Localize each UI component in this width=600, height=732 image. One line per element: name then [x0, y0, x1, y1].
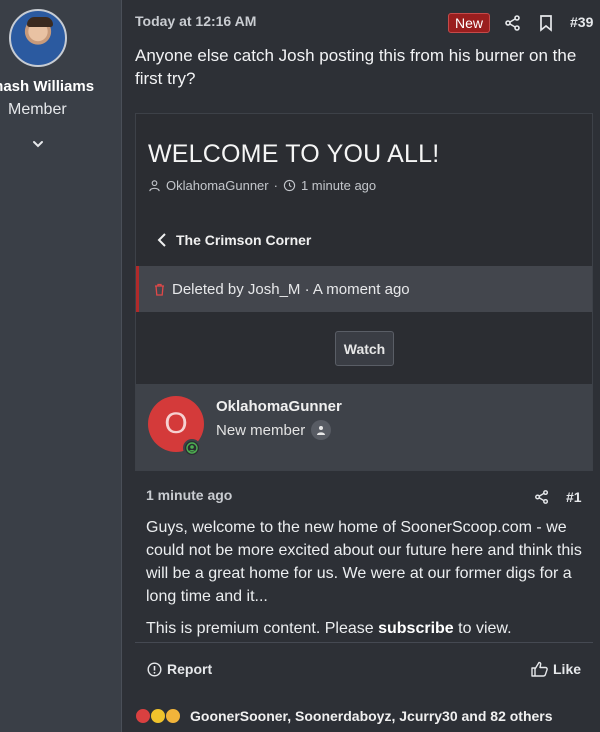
meta-separator: · [273, 178, 278, 193]
like-label: Like [553, 661, 582, 677]
user-badge-icon [311, 420, 332, 440]
member-role-label: New member [216, 421, 306, 439]
clock-icon [283, 179, 296, 192]
thread-time: 1 minute ago [300, 178, 377, 193]
watch-button: Watch [335, 331, 394, 366]
report-label: Report [167, 661, 213, 677]
thread-title: WELCOME TO YOU ALL! [148, 140, 440, 168]
reaction-summary[interactable]: GoonerSooner, Soonerdaboyz, Jcurry30 and… [135, 708, 553, 724]
post-number[interactable]: #39 [570, 14, 593, 30]
new-badge: New [448, 13, 491, 33]
thumbs-up-icon [531, 661, 548, 677]
reply-body: Guys, welcome to the new home of SoonerS… [146, 519, 582, 605]
chevron-left-icon [157, 233, 166, 247]
like-button[interactable]: Like [531, 661, 581, 677]
wow-reaction-icon [165, 708, 181, 724]
post-body: Anyone else catch Josh posting this from… [135, 46, 577, 88]
reaction-users[interactable]: GoonerSooner, Soonerdaboyz, Jcurry30 and… [190, 708, 553, 724]
premium-notice: This is premium content. Please subscrib… [146, 620, 512, 638]
report-button[interactable]: Report [147, 661, 212, 677]
embedded-screenshot: WELCOME TO YOU ALL! OklahomaGunner · 1 m… [135, 113, 593, 471]
author-title: Member [8, 101, 67, 118]
post-timestamp[interactable]: Today at 12:16 AM [135, 13, 256, 29]
thread-meta: OklahomaGunner · 1 minute ago [148, 178, 376, 193]
deleted-text: Deleted by Josh_M · A moment ago [172, 280, 410, 298]
user-sidebar: mash Williams Member [0, 0, 122, 732]
member-name: OklahomaGunner [216, 398, 342, 415]
share-icon[interactable] [504, 14, 522, 32]
premium-suffix: to view. [458, 620, 512, 637]
post: Today at 12:16 AM New #39 Anyone else ca… [123, 0, 600, 732]
subscribe-link[interactable]: subscribe [378, 620, 454, 637]
forum-back-link: The Crimson Corner [156, 232, 311, 248]
report-icon [147, 661, 162, 677]
online-icon [183, 439, 201, 457]
share-icon[interactable] [534, 489, 550, 505]
chevron-down-icon[interactable] [30, 136, 46, 152]
thread-author: OklahomaGunner [166, 178, 269, 193]
author-avatar[interactable] [9, 9, 67, 67]
author-name[interactable]: mash Williams [0, 78, 94, 95]
divider [135, 642, 593, 643]
bookmark-icon[interactable] [537, 14, 555, 32]
forum-name: The Crimson Corner [176, 232, 312, 248]
trash-icon [155, 283, 164, 296]
reply-number[interactable]: #1 [566, 489, 582, 505]
user-icon [149, 180, 160, 192]
member-card: O OklahomaGunner New member [136, 384, 592, 470]
haha-reaction-icon [150, 708, 166, 724]
member-role: New member [216, 420, 332, 440]
deleted-notice: Deleted by Josh_M · A moment ago [136, 266, 592, 312]
premium-prefix: This is premium content. Please [146, 620, 374, 637]
reply-timestamp[interactable]: 1 minute ago [146, 487, 232, 503]
like-reaction-icon [135, 708, 151, 724]
